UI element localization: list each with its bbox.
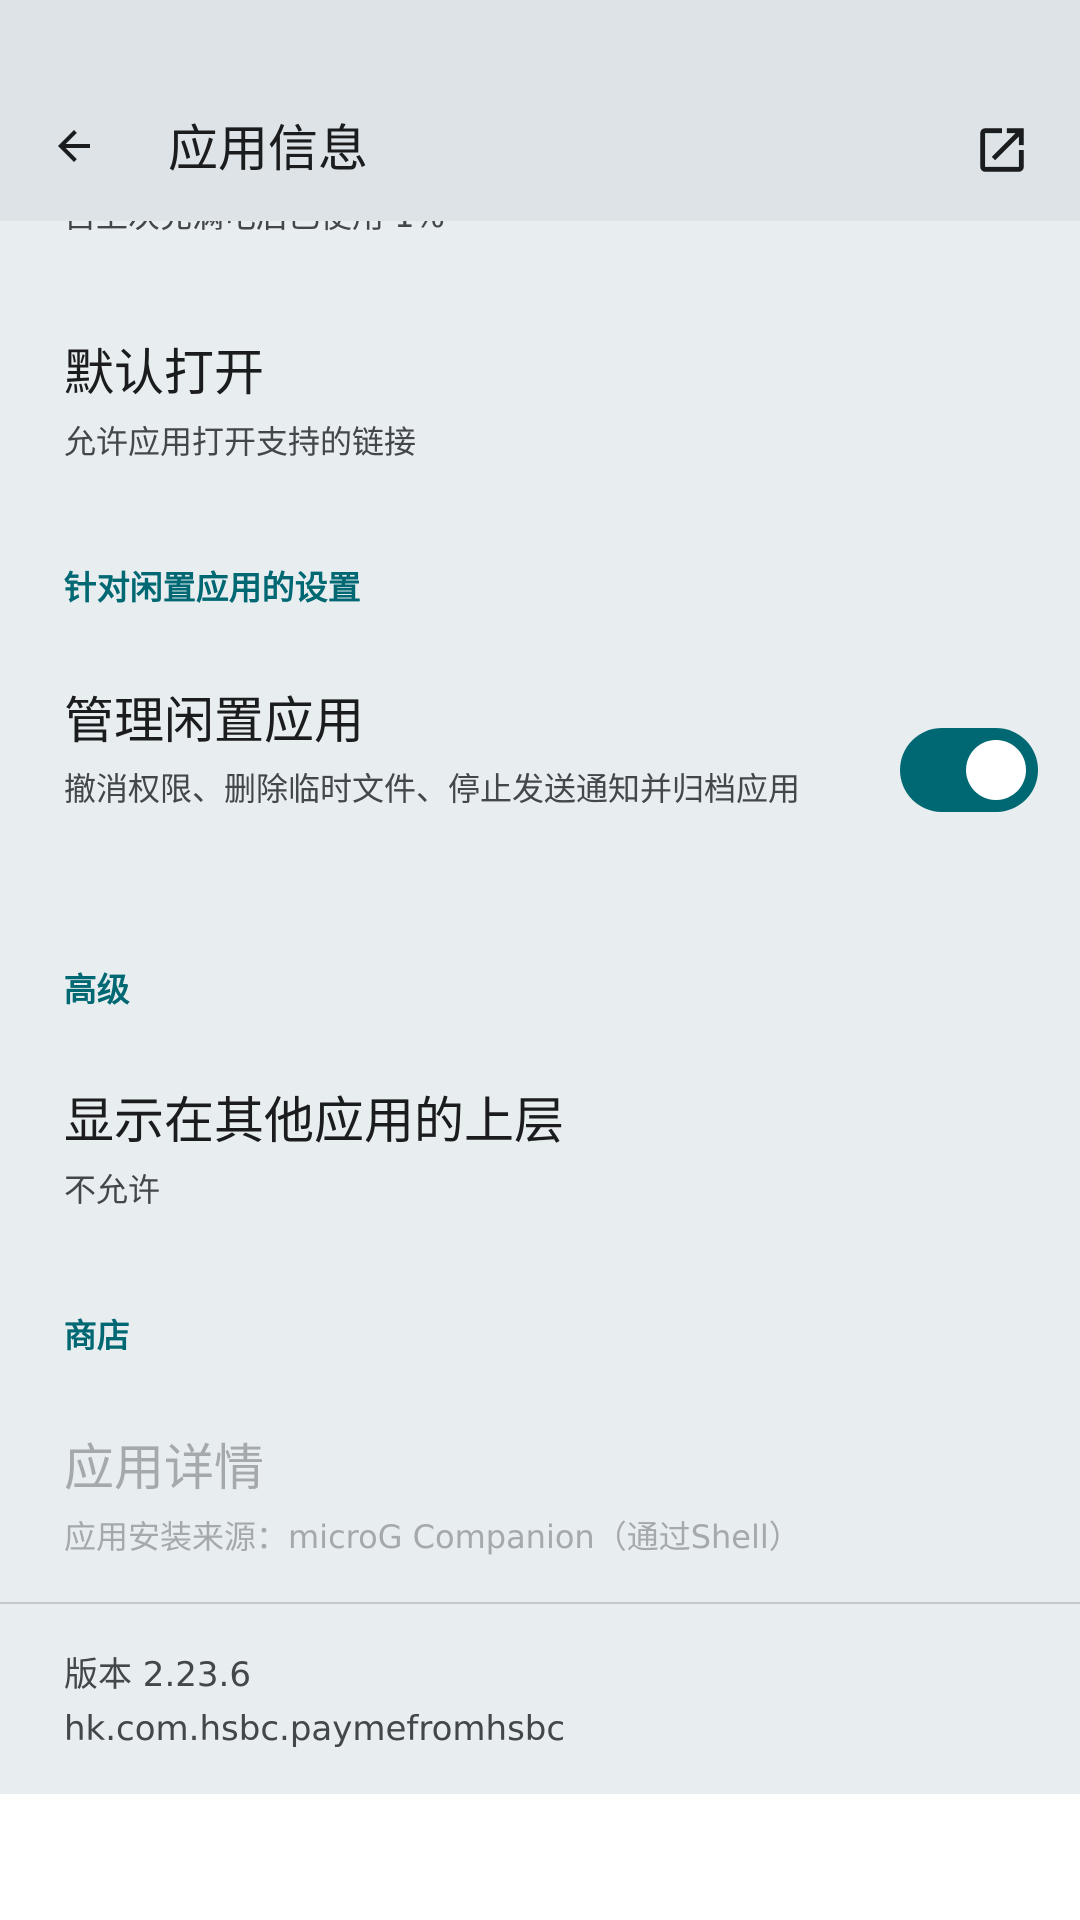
package-name-text: hk.com.hsbc.paymefromhsbc bbox=[64, 1709, 566, 1749]
app-details-title: 应用详情 bbox=[64, 1439, 264, 1497]
app-details-summary: 应用安装来源：microG Companion（通过Shell） bbox=[64, 1518, 801, 1556]
manage-unused-apps-title: 管理闲置应用 bbox=[64, 692, 364, 750]
page-title: 应用信息 bbox=[168, 120, 368, 178]
open-in-new-icon bbox=[980, 128, 1024, 172]
advanced-section-header: 高级 bbox=[64, 970, 130, 1009]
version-text: 版本 2.23.6 bbox=[64, 1655, 251, 1695]
manage-unused-apps-summary: 撤消权限、删除临时文件、停止发送通知并归档应用 bbox=[64, 770, 801, 808]
manage-unused-apps-toggle[interactable] bbox=[900, 728, 1038, 812]
display-over-other-apps-title: 显示在其他应用的上层 bbox=[64, 1092, 564, 1150]
store-section-header: 商店 bbox=[64, 1316, 130, 1355]
display-over-other-apps-summary: 不允许 bbox=[64, 1171, 161, 1209]
open-by-default-summary: 允许应用打开支持的链接 bbox=[64, 423, 417, 461]
back-button[interactable] bbox=[36, 108, 112, 184]
footer-divider bbox=[0, 1602, 1080, 1604]
toggle-thumb bbox=[966, 740, 1026, 800]
app-info-screen: 自上次充满电后已使用 1% 应用信息 默认打开 允许应用打开支持的链接 针对闲置… bbox=[0, 0, 1080, 1794]
open-app-button[interactable] bbox=[960, 108, 1044, 192]
open-by-default-title: 默认打开 bbox=[64, 344, 264, 402]
top-app-bar: 应用信息 bbox=[0, 0, 1080, 221]
arrow-back-icon bbox=[58, 130, 90, 162]
unused-apps-section-header: 针对闲置应用的设置 bbox=[64, 568, 361, 607]
